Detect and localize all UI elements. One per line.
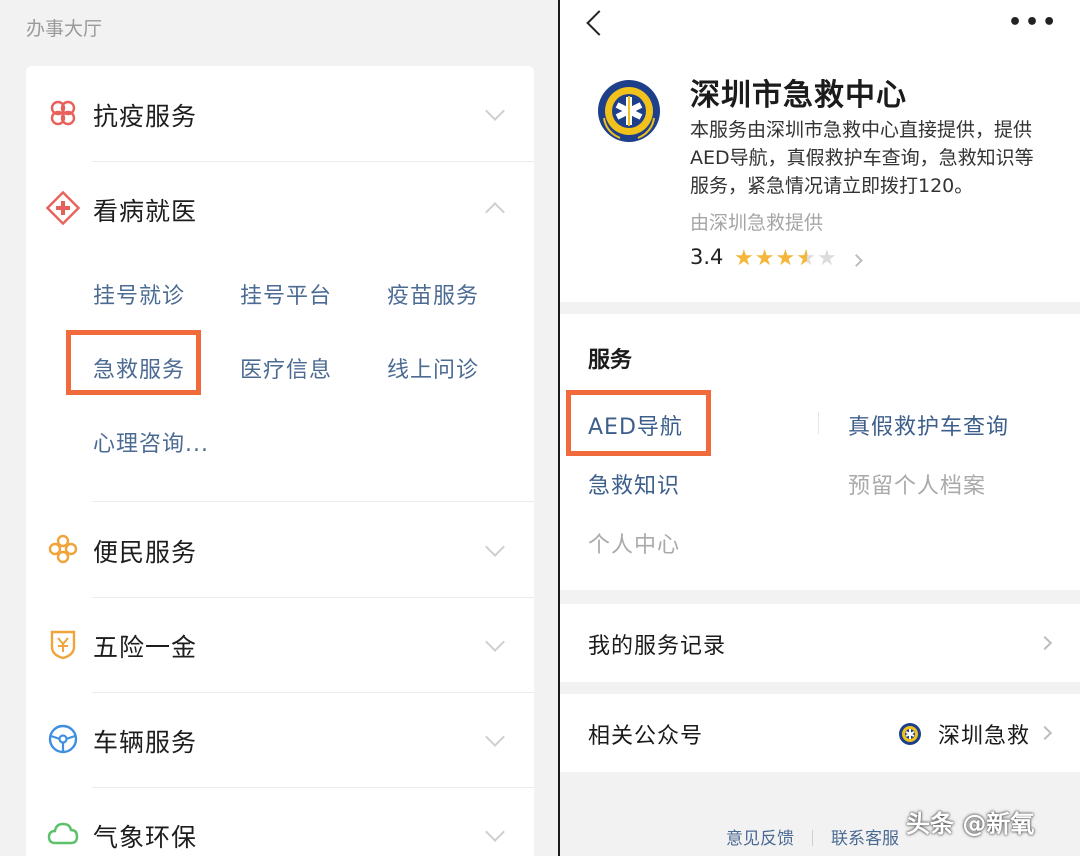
chevron-up-icon	[485, 202, 505, 222]
profile-header: ••• 深圳市急救中心 本服务由深圳市急救中心直接提供，提供AED导航，真假救护…	[560, 0, 1080, 302]
highlight-box	[66, 330, 201, 395]
service-records-row[interactable]: 我的服务记录	[560, 604, 1080, 682]
emergency-center-logo	[598, 80, 660, 142]
divider	[818, 412, 819, 434]
category-medical[interactable]: 看病就医	[26, 161, 534, 256]
official-account-row[interactable]: 相关公众号 深圳急救	[560, 694, 1080, 772]
row-label: 相关公众号	[588, 724, 704, 749]
medical-item-medical-info[interactable]: 医疗信息	[240, 352, 332, 384]
category-label: 气象环保	[93, 823, 198, 852]
category-label: 五险一金	[93, 633, 198, 662]
watermark: 头条 @新氧	[906, 810, 1035, 838]
chevron-down-icon	[485, 632, 505, 652]
medical-cross-icon	[46, 191, 80, 225]
footer-links: 意见反馈 联系客服	[726, 824, 899, 849]
contact-link[interactable]: 联系客服	[831, 829, 899, 849]
more-icon[interactable]: •••	[1008, 10, 1059, 35]
category-label: 看病就医	[93, 197, 198, 226]
service-title: 深圳市急救中心	[690, 78, 907, 113]
category-anti-epidemic[interactable]: 抗疫服务	[26, 66, 534, 161]
medical-item-vaccine[interactable]: 疫苗服务	[387, 278, 479, 310]
empty-star-icon: ★	[816, 246, 838, 271]
chevron-down-icon	[485, 537, 505, 557]
star-icon: ★	[775, 246, 797, 271]
service-personal-center[interactable]: 个人中心	[588, 527, 680, 559]
back-icon[interactable]	[586, 10, 612, 36]
category-label: 车辆服务	[93, 728, 198, 757]
star-icon: ★	[754, 246, 776, 271]
chevron-down-icon	[485, 727, 505, 747]
service-hall-panel: 办事大厅 抗疫服务 看病就医 挂号就诊 挂号平台 疫苗服务 急救服务 医疗信息 …	[0, 0, 558, 856]
category-vehicle[interactable]: 车辆服务	[26, 692, 534, 787]
star-icon: ★	[734, 246, 755, 271]
section-title: 服务	[588, 348, 633, 373]
category-convenience[interactable]: 便民服务	[26, 502, 534, 597]
divider	[812, 830, 813, 846]
page-title: 办事大厅	[26, 18, 103, 40]
medical-item-psychology[interactable]: 心理咨询...	[93, 426, 209, 458]
chevron-right-icon	[1037, 635, 1053, 651]
official-account-name: 深圳急救	[937, 724, 1030, 749]
service-personal-record[interactable]: 预留个人档案	[848, 468, 986, 500]
category-label: 便民服务	[93, 538, 198, 567]
medical-item-online-consult[interactable]: 线上问诊	[387, 352, 479, 384]
chevron-right-icon	[1037, 725, 1053, 741]
medical-item-registration[interactable]: 挂号就诊	[93, 278, 185, 310]
feedback-link[interactable]: 意见反馈	[726, 829, 794, 849]
category-label: 抗疫服务	[93, 102, 198, 131]
row-label: 我的服务记录	[588, 634, 727, 659]
chevron-down-icon	[485, 101, 505, 121]
category-insurance[interactable]: 五险一金	[26, 597, 534, 692]
convenience-icon	[48, 534, 78, 564]
service-description: 本服务由深圳市急救中心直接提供，提供AED导航，真假救护车查询，急救知识等服务，…	[690, 119, 1034, 197]
provider-text: 由深圳急救提供	[690, 212, 824, 234]
medical-item-registration-platform[interactable]: 挂号平台	[240, 278, 332, 310]
services-section: 服务 AED导航 真假救护车查询 急救知识 预留个人档案 个人中心	[560, 314, 1080, 590]
official-account-avatar	[899, 723, 921, 745]
cloud-icon	[47, 822, 79, 845]
category-weather[interactable]: 气象环保	[26, 787, 534, 856]
anti-epidemic-icon	[50, 100, 76, 126]
service-first-aid-knowledge[interactable]: 急救知识	[588, 468, 680, 500]
rating-value: 3.4	[690, 245, 724, 269]
highlight-box	[566, 390, 711, 456]
category-card: 抗疫服务 看病就医 挂号就诊 挂号平台 疫苗服务 急救服务 医疗信息 线上问诊 …	[26, 66, 534, 856]
star-rating[interactable]: ★★★★★★	[734, 246, 838, 271]
chevron-right-icon[interactable]	[850, 254, 863, 267]
mini-program-panel: ••• 深圳市急救中心 本服务由深圳市急救中心直接提供，提供AED导航，真假救护…	[560, 0, 1080, 856]
chevron-down-icon	[485, 822, 505, 842]
steering-wheel-icon	[48, 724, 78, 754]
service-ambulance-check[interactable]: 真假救护车查询	[848, 409, 1009, 441]
yuan-shield-icon	[50, 630, 76, 660]
half-star-icon: ★★	[796, 246, 817, 271]
